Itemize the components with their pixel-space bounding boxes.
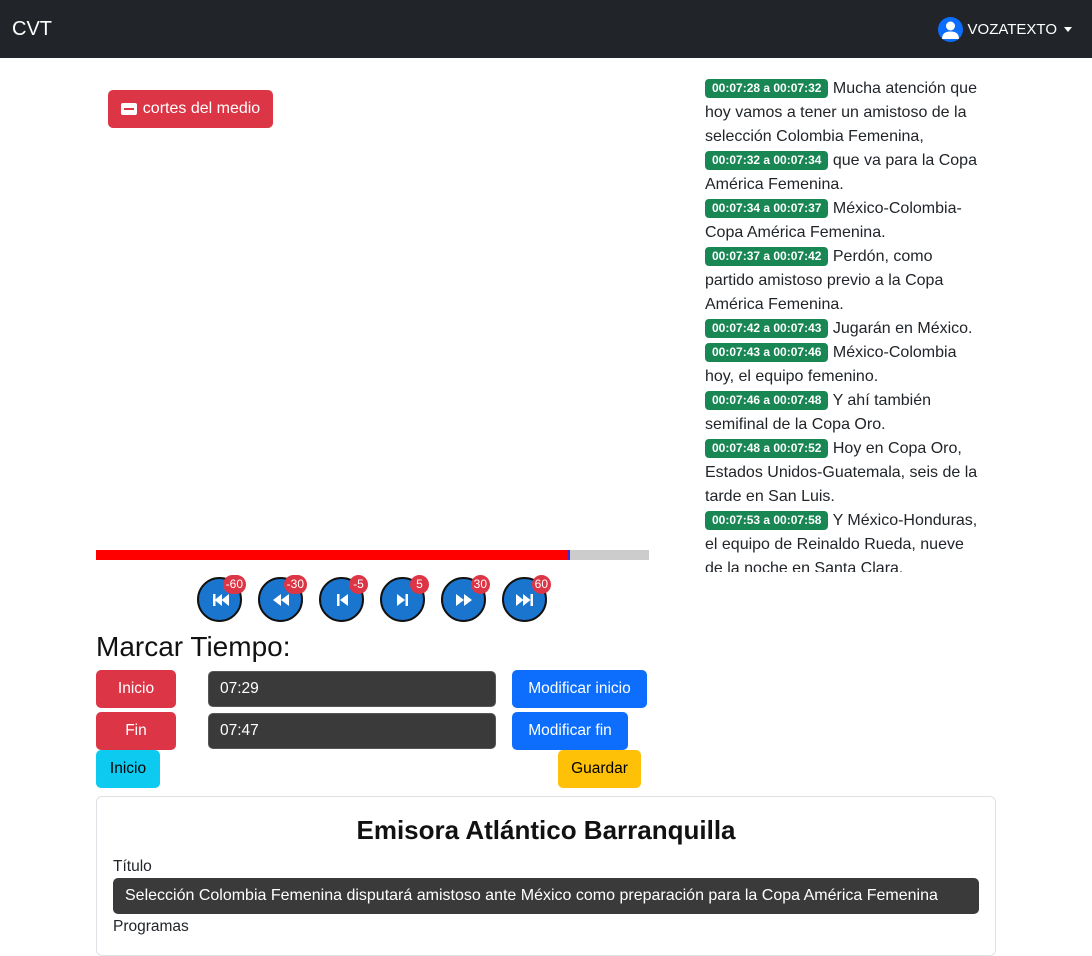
chevron-down-icon — [1064, 27, 1072, 32]
brand-logo[interactable]: CVT — [12, 18, 52, 41]
cortes-del-medio-button[interactable]: cortes del medio — [108, 90, 273, 128]
fast-forward-icon — [455, 593, 472, 606]
user-menu-dropdown[interactable]: VOZATEXTO — [937, 17, 1072, 42]
transcript-segment: 00:07:53 a 00:07:58 Y México-Honduras, e… — [705, 509, 985, 572]
user-avatar-icon — [937, 17, 963, 42]
segment-timestamp-badge[interactable]: 00:07:48 a 00:07:52 — [705, 439, 829, 458]
seek-button[interactable]: 5 — [380, 575, 429, 622]
transcript-segment: 00:07:37 a 00:07:42 Perdón, como partido… — [705, 245, 985, 317]
segment-timestamp-badge[interactable]: 00:07:43 a 00:07:46 — [705, 343, 829, 362]
marcar-inicio-button[interactable]: Inicio — [96, 670, 176, 708]
emisora-title: Emisora Atlántico Barranquilla — [356, 815, 736, 845]
segment-timestamp-badge[interactable]: 00:07:32 a 00:07:34 — [705, 151, 829, 170]
inicio-time-field[interactable]: 07:29 — [208, 671, 496, 707]
segment-text: Jugarán en México. — [828, 320, 973, 337]
cortes-label: cortes del medio — [142, 100, 261, 117]
go-to-inicio-button[interactable]: Inicio — [96, 750, 160, 788]
emisora-card: Emisora Atlántico Barranquilla Título Se… — [96, 796, 996, 956]
subtitles-icon — [120, 103, 137, 115]
user-name: VOZATEXTO — [967, 21, 1057, 38]
transcript-panel[interactable]: 00:07:28 a 00:07:32 Mucha atención que h… — [705, 58, 990, 572]
seek-amount-badge: -5 — [349, 575, 368, 594]
titulo-label: Título — [113, 858, 152, 875]
transcript-segment: 00:07:42 a 00:07:43 Jugarán en México. — [705, 317, 985, 341]
skip-forward-icon — [515, 593, 533, 606]
seek-amount-badge: 30 — [470, 575, 490, 594]
progress-fill — [96, 550, 569, 560]
fin-time-field[interactable]: 07:47 — [208, 713, 496, 749]
seek-amount-badge: 60 — [531, 575, 551, 594]
seek-button[interactable]: 60 — [502, 575, 551, 622]
modificar-fin-button[interactable]: Modificar fin — [512, 712, 628, 750]
top-navbar: CVT VOZATEXTO — [0, 0, 1092, 58]
marcar-fin-button[interactable]: Fin — [96, 712, 176, 750]
modificar-inicio-button[interactable]: Modificar inicio — [512, 670, 647, 708]
progress-position-marker[interactable] — [567, 550, 570, 560]
seek-button[interactable]: -5 — [319, 575, 368, 622]
transcript-list: 00:07:28 a 00:07:32 Mucha atención que h… — [705, 77, 985, 572]
transcript-segment: 00:07:34 a 00:07:37 México-Colombia-Copa… — [705, 197, 985, 245]
seek-amount-badge: -60 — [222, 575, 246, 594]
transcript-segment: 00:07:28 a 00:07:32 Mucha atención que h… — [705, 77, 985, 149]
seek-amount-badge: 5 — [410, 575, 429, 594]
video-progress-bar[interactable] — [96, 550, 649, 560]
segment-timestamp-badge[interactable]: 00:07:28 a 00:07:32 — [705, 79, 829, 98]
seek-button[interactable]: -60 — [197, 575, 246, 622]
transcript-segment: 00:07:32 a 00:07:34 que va para la Copa … — [705, 149, 985, 197]
guardar-button[interactable]: Guardar — [558, 750, 641, 788]
segment-timestamp-badge[interactable]: 00:07:53 a 00:07:58 — [705, 511, 829, 530]
programas-label: Programas — [113, 918, 189, 935]
marcar-tiempo-title: Marcar Tiempo: — [96, 631, 291, 662]
seek-button[interactable]: -30 — [258, 575, 307, 622]
segment-timestamp-badge[interactable]: 00:07:46 a 00:07:48 — [705, 391, 829, 410]
segment-timestamp-badge[interactable]: 00:07:37 a 00:07:42 — [705, 247, 829, 266]
transcript-segment: 00:07:43 a 00:07:46 México-Colombia hoy,… — [705, 341, 985, 389]
transcript-segment: 00:07:48 a 00:07:52 Hoy en Copa Oro, Est… — [705, 437, 985, 509]
step-forward-icon — [396, 593, 408, 606]
seek-button[interactable]: 30 — [441, 575, 490, 622]
segment-timestamp-badge[interactable]: 00:07:42 a 00:07:43 — [705, 319, 829, 338]
titulo-field[interactable]: Selección Colombia Femenina disputará am… — [113, 878, 979, 914]
segment-timestamp-badge[interactable]: 00:07:34 a 00:07:37 — [705, 199, 829, 218]
seek-amount-badge: -30 — [283, 575, 307, 594]
transcript-segment: 00:07:46 a 00:07:48 Y ahí también semifi… — [705, 389, 985, 437]
step-back-icon — [336, 593, 348, 606]
